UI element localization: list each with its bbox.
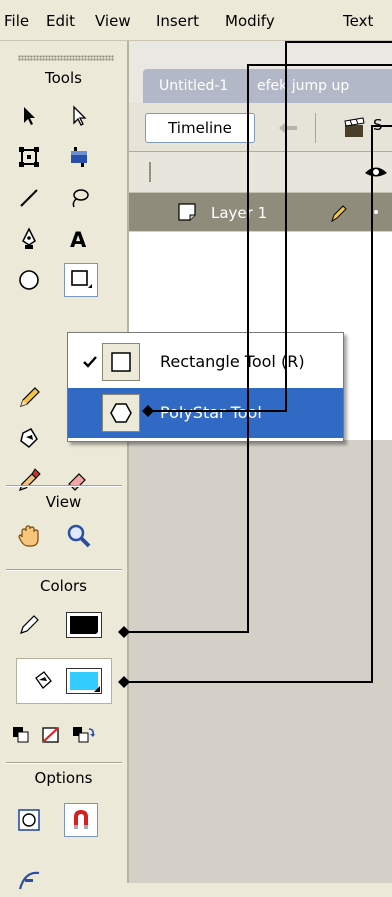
panel-grip[interactable] <box>18 55 114 61</box>
black-white-button[interactable] <box>8 718 34 752</box>
checkmark-icon <box>83 356 97 368</box>
subselection-arrow-icon <box>73 105 87 126</box>
ink-bottle-icon <box>20 428 38 448</box>
eyedropper-tool[interactable] <box>12 463 46 497</box>
svg-text:A: A <box>70 228 87 251</box>
colors-title: Colors <box>40 577 87 595</box>
rectangle-tool-label: Rectangle Tool (R) <box>160 352 305 371</box>
back-arrow-icon[interactable] <box>277 119 301 137</box>
menu-file[interactable]: File <box>4 12 29 30</box>
layer-name[interactable]: Layer 1 <box>211 204 267 222</box>
options-title: Options <box>34 769 93 787</box>
ink-bottle-tool[interactable] <box>12 422 46 456</box>
menu-item-rectangle-tool[interactable]: Rectangle Tool (R) <box>68 337 343 387</box>
line-icon <box>20 189 38 207</box>
free-transform-tool[interactable] <box>12 140 46 174</box>
stroke-pencil-icon <box>20 615 39 634</box>
zoom-tool[interactable] <box>62 519 96 553</box>
pen-tool[interactable] <box>12 222 46 256</box>
menu-edit[interactable]: Edit <box>46 12 75 30</box>
stroke-color-swatch[interactable] <box>66 612 102 638</box>
stroke-color-icon-wrap <box>12 608 46 642</box>
menu-item-polystar-tool[interactable]: PolyStar Tool <box>68 388 343 438</box>
menu-text[interactable]: Text <box>343 12 373 30</box>
workspace: Untitled-1 efek jump up Timeline S Layer… <box>129 41 392 883</box>
pencil-icon <box>20 387 40 407</box>
object-drawing-option[interactable] <box>12 803 46 837</box>
hand-icon <box>18 525 39 547</box>
no-color-button[interactable] <box>38 718 64 752</box>
rectangle-tool-icon <box>111 352 131 372</box>
tools-panel: Tools A View Colors Options <box>0 41 129 890</box>
layer-row[interactable]: Layer 1 <box>129 193 392 231</box>
doc-tab-efek[interactable]: efek jump up <box>257 78 349 94</box>
magnifier-icon <box>67 524 91 548</box>
fill-bucket-icon-wrap <box>26 664 60 698</box>
scene-clapper-icon <box>344 117 365 137</box>
gradient-transform-tool[interactable] <box>62 140 96 174</box>
object-drawing-icon <box>18 809 40 831</box>
smooth-curve-icon <box>18 871 40 890</box>
pen-icon <box>22 227 36 249</box>
magnet-icon <box>74 810 88 829</box>
menu-view[interactable]: View <box>95 12 131 30</box>
swap-colors-button[interactable] <box>68 718 98 752</box>
eraser-tool[interactable] <box>62 463 96 497</box>
eye-icon[interactable] <box>364 164 388 180</box>
view-title: View <box>45 493 82 511</box>
black-white-icon <box>13 727 29 743</box>
smooth-option[interactable] <box>12 863 46 897</box>
selection-tool[interactable] <box>12 99 46 133</box>
menu-insert[interactable]: Insert <box>156 12 199 30</box>
rectangle-icon <box>71 270 92 288</box>
layer-header <box>129 152 392 193</box>
text-tool[interactable]: A <box>62 222 96 256</box>
menu-bar: File Edit View Insert Modify Text <box>0 0 392 41</box>
timeline-button[interactable]: Timeline <box>145 113 255 143</box>
menu-modify[interactable]: Modify <box>225 12 275 30</box>
pencil-tool[interactable] <box>12 381 46 415</box>
eraser-icon <box>68 473 86 491</box>
lasso-icon <box>72 189 89 208</box>
polystar-tool-label: PolyStar Tool <box>160 403 262 422</box>
text-a-icon: A <box>70 228 87 251</box>
doc-tab-untitled[interactable]: Untitled-1 <box>159 78 228 94</box>
timeline-toolbar: Timeline S <box>129 103 392 152</box>
free-transform-icon <box>19 147 39 167</box>
no-color-icon <box>42 727 59 743</box>
line-tool[interactable] <box>12 181 46 215</box>
lasso-tool[interactable] <box>62 181 96 215</box>
rectangle-tool[interactable] <box>64 263 98 297</box>
oval-icon <box>19 270 39 290</box>
scene-label[interactable]: S <box>373 116 383 134</box>
gradient-transform-icon <box>71 147 87 167</box>
shape-tool-menu: Rectangle Tool (R) PolyStar Tool <box>67 332 344 442</box>
oval-tool[interactable] <box>12 263 46 297</box>
eyedropper-icon <box>19 468 41 491</box>
document-tabs: Untitled-1 efek jump up <box>129 41 392 103</box>
swap-colors-icon <box>73 727 95 743</box>
snap-to-objects-option[interactable] <box>64 803 98 837</box>
subselection-tool[interactable] <box>62 99 96 133</box>
paint-bucket-icon <box>35 671 52 689</box>
polystar-tool-icon <box>110 403 132 423</box>
tools-title: Tools <box>45 69 82 87</box>
layer-edit-pencil-icon <box>331 205 347 223</box>
fill-color-swatch[interactable] <box>66 668 102 694</box>
hand-tool[interactable] <box>12 519 46 553</box>
layer-visibility-dot[interactable] <box>374 210 378 214</box>
layer-page-icon <box>178 203 196 221</box>
selection-arrow-icon <box>24 107 35 125</box>
layer-grip <box>149 162 151 182</box>
